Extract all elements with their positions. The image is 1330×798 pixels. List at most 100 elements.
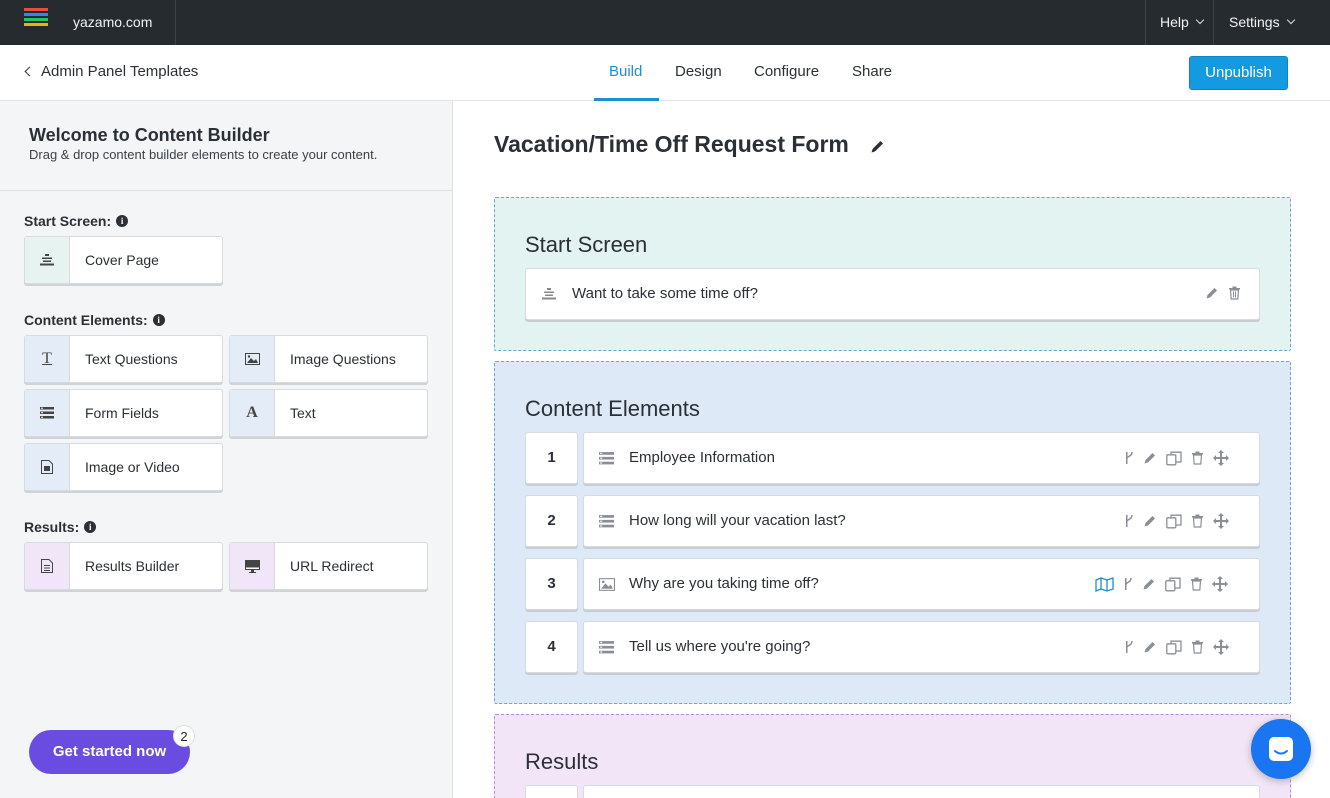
element-label: Text Questions bbox=[85, 351, 178, 367]
pencil-icon[interactable] bbox=[1143, 514, 1157, 528]
move-icon[interactable] bbox=[1212, 576, 1228, 592]
logo-icon[interactable] bbox=[24, 8, 48, 28]
copy-icon[interactable] bbox=[1166, 451, 1182, 466]
tab-design[interactable]: Design bbox=[675, 63, 722, 80]
branch-icon[interactable] bbox=[1123, 577, 1133, 591]
content-element-row[interactable]: Why are you taking time off? bbox=[583, 558, 1260, 610]
info-icon[interactable]: i bbox=[152, 314, 165, 326]
content-element-row[interactable]: Employee Information bbox=[583, 432, 1260, 484]
list-icon bbox=[25, 390, 70, 436]
element-label: Text bbox=[290, 405, 316, 421]
element-label: How long will your vacation last? bbox=[629, 512, 846, 529]
info-icon[interactable]: i bbox=[84, 521, 97, 533]
pencil-icon[interactable] bbox=[1205, 286, 1219, 300]
element-image-or-video[interactable]: Image or Video bbox=[24, 443, 223, 491]
pencil-icon[interactable] bbox=[1143, 640, 1157, 654]
zone-title: Results bbox=[525, 749, 599, 774]
chevron-down-icon bbox=[1195, 15, 1205, 25]
move-icon[interactable] bbox=[1213, 513, 1229, 529]
file-image-icon bbox=[25, 444, 70, 490]
element-cover-page[interactable]: Cover Page bbox=[24, 236, 223, 284]
results-zone: Results bbox=[494, 714, 1291, 798]
image-icon bbox=[599, 578, 615, 591]
move-icon[interactable] bbox=[1213, 450, 1229, 466]
divider bbox=[175, 0, 176, 45]
branch-icon[interactable] bbox=[1124, 514, 1134, 528]
divider bbox=[1145, 0, 1146, 45]
get-started-button[interactable]: Get started now bbox=[29, 730, 190, 774]
item-actions bbox=[1205, 286, 1241, 300]
trash-icon[interactable] bbox=[1191, 451, 1204, 465]
info-icon[interactable]: i bbox=[116, 215, 129, 227]
branch-icon[interactable] bbox=[1124, 451, 1134, 465]
element-form-fields[interactable]: Form Fields bbox=[24, 389, 223, 437]
element-url-redirect[interactable]: URL Redirect bbox=[229, 542, 428, 590]
trash-icon[interactable] bbox=[1228, 286, 1241, 300]
trash-icon[interactable] bbox=[1191, 640, 1204, 654]
element-label: Cover Page bbox=[85, 252, 159, 268]
pencil-icon[interactable] bbox=[870, 139, 885, 154]
element-number bbox=[525, 785, 578, 798]
welcome-header: Welcome to Content Builder Drag & drop c… bbox=[0, 101, 453, 191]
content-element-row[interactable]: Tell us where you're going? bbox=[583, 621, 1260, 673]
results-element-row[interactable] bbox=[583, 785, 1260, 798]
pencil-icon[interactable] bbox=[1142, 577, 1156, 591]
element-text[interactable]: A Text bbox=[229, 389, 428, 437]
align-center-icon bbox=[542, 288, 556, 300]
copy-icon[interactable] bbox=[1166, 640, 1182, 655]
element-results-builder[interactable]: Results Builder bbox=[24, 542, 223, 590]
map-icon[interactable] bbox=[1095, 576, 1114, 592]
welcome-title: Welcome to Content Builder bbox=[29, 125, 270, 145]
copy-icon[interactable] bbox=[1165, 577, 1181, 592]
trash-icon[interactable] bbox=[1191, 514, 1204, 528]
font-icon: A bbox=[230, 390, 275, 436]
top-bar: yazamo.com Help Settings bbox=[0, 0, 1330, 45]
branch-icon[interactable] bbox=[1124, 640, 1134, 654]
chevron-left-icon bbox=[24, 66, 35, 77]
chat-icon bbox=[1269, 737, 1293, 761]
chevron-down-icon bbox=[1286, 15, 1295, 25]
element-number: 4 bbox=[525, 621, 578, 673]
content-element-row[interactable]: How long will your vacation last? bbox=[583, 495, 1260, 547]
section-label: Results: bbox=[24, 519, 80, 535]
element-label: Image or Video bbox=[85, 459, 180, 475]
form-canvas: Vacation/Time Off Request Form Start Scr… bbox=[454, 101, 1330, 798]
results-label: Results: i bbox=[24, 519, 97, 535]
tab-build[interactable]: Build bbox=[609, 63, 642, 80]
element-label: Employee Information bbox=[629, 449, 775, 466]
content-elements-label: Content Elements: i bbox=[24, 312, 165, 328]
trash-icon[interactable] bbox=[1190, 577, 1203, 591]
zone-title: Start Screen bbox=[525, 232, 648, 257]
start-screen-item[interactable]: Want to take some time off? bbox=[525, 268, 1260, 320]
back-label: Admin Panel Templates bbox=[41, 63, 199, 80]
section-label: Start Screen: bbox=[24, 213, 112, 229]
copy-icon[interactable] bbox=[1166, 514, 1182, 529]
help-label: Help bbox=[1160, 14, 1189, 30]
list-icon bbox=[599, 452, 614, 465]
tab-share[interactable]: Share bbox=[852, 63, 892, 80]
element-number: 1 bbox=[525, 432, 578, 484]
pencil-icon[interactable] bbox=[1143, 451, 1157, 465]
move-icon[interactable] bbox=[1213, 639, 1229, 655]
site-name[interactable]: yazamo.com bbox=[73, 14, 152, 30]
start-screen-zone: Start Screen Want to take some time off? bbox=[494, 197, 1291, 351]
element-label: Why are you taking time off? bbox=[629, 575, 819, 592]
back-link[interactable]: Admin Panel Templates bbox=[24, 63, 198, 80]
section-label: Content Elements: bbox=[24, 312, 148, 328]
settings-menu[interactable]: Settings bbox=[1229, 14, 1295, 30]
unpublish-button[interactable]: Unpublish bbox=[1189, 56, 1288, 90]
element-label: Form Fields bbox=[85, 405, 159, 421]
element-label: URL Redirect bbox=[290, 558, 374, 574]
item-label: Want to take some time off? bbox=[572, 285, 758, 302]
help-menu[interactable]: Help bbox=[1160, 14, 1205, 30]
align-center-icon bbox=[25, 237, 70, 283]
chat-launcher-button[interactable] bbox=[1251, 719, 1311, 779]
element-label: Tell us where you're going? bbox=[629, 638, 811, 655]
element-image-questions[interactable]: Image Questions bbox=[229, 335, 428, 383]
element-text-questions[interactable]: T Text Questions bbox=[24, 335, 223, 383]
tab-configure[interactable]: Configure bbox=[754, 63, 819, 80]
element-actions bbox=[1124, 513, 1229, 529]
file-text-icon bbox=[25, 543, 70, 589]
element-label: Results Builder bbox=[85, 558, 180, 574]
zone-title: Content Elements bbox=[525, 396, 700, 421]
